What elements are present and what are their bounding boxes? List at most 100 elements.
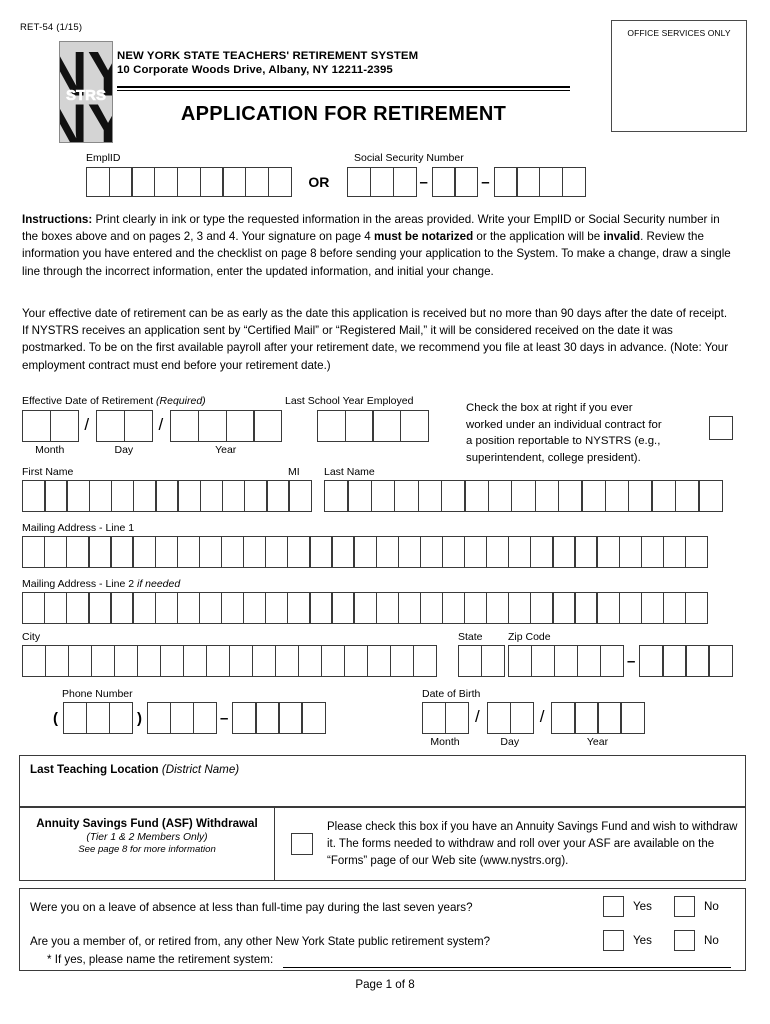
char-box[interactable] [454, 167, 479, 197]
char-box[interactable] [684, 536, 709, 568]
char-box[interactable] [66, 592, 90, 624]
char-box[interactable] [278, 702, 303, 734]
char-box[interactable] [147, 702, 172, 734]
char-box[interactable] [370, 480, 396, 512]
char-box[interactable] [397, 536, 421, 568]
retirement-system-name-input[interactable] [283, 952, 731, 968]
char-box[interactable] [232, 702, 257, 734]
char-box[interactable] [508, 592, 532, 624]
char-box[interactable] [199, 167, 224, 197]
char-box[interactable] [551, 702, 576, 734]
phone-prefix-input[interactable] [147, 702, 218, 734]
asf-withdrawal-checkbox[interactable] [291, 833, 313, 855]
char-box[interactable] [674, 480, 700, 512]
char-box[interactable] [485, 592, 510, 624]
char-box[interactable] [288, 480, 312, 512]
char-box[interactable] [422, 702, 447, 734]
char-box[interactable] [534, 480, 560, 512]
char-box[interactable] [662, 536, 687, 568]
char-box[interactable] [252, 645, 277, 677]
char-box[interactable] [287, 592, 311, 624]
ssn-group-1[interactable] [347, 167, 417, 197]
char-box[interactable] [397, 592, 421, 624]
char-box[interactable] [662, 592, 687, 624]
char-box[interactable] [464, 480, 490, 512]
first-name-input[interactable] [22, 480, 290, 512]
char-box[interactable] [132, 536, 156, 568]
middle-initial-input[interactable] [288, 480, 312, 512]
char-box[interactable] [198, 536, 223, 568]
char-box[interactable] [493, 167, 518, 197]
char-box[interactable] [96, 410, 126, 442]
char-box[interactable] [154, 536, 178, 568]
char-box[interactable] [597, 702, 622, 734]
char-box[interactable] [640, 536, 665, 568]
char-box[interactable] [137, 645, 162, 677]
char-box[interactable] [22, 410, 51, 442]
char-box[interactable] [114, 645, 139, 677]
char-box[interactable] [698, 480, 723, 512]
char-box[interactable] [109, 702, 134, 734]
char-box[interactable] [244, 480, 268, 512]
char-box[interactable] [155, 480, 179, 512]
char-box[interactable] [44, 536, 68, 568]
char-box[interactable] [88, 480, 113, 512]
char-box[interactable] [265, 592, 289, 624]
char-box[interactable] [242, 592, 267, 624]
char-box[interactable] [110, 592, 134, 624]
char-box[interactable] [131, 167, 156, 197]
char-box[interactable] [530, 592, 554, 624]
char-box[interactable] [419, 592, 444, 624]
char-box[interactable] [88, 536, 112, 568]
ssn-group-2[interactable] [431, 167, 479, 197]
char-box[interactable] [66, 480, 90, 512]
char-box[interactable] [287, 536, 311, 568]
char-box[interactable] [199, 480, 224, 512]
char-box[interactable] [222, 167, 247, 197]
char-box[interactable] [618, 536, 642, 568]
char-box[interactable] [508, 536, 532, 568]
birth-year-input[interactable] [551, 702, 645, 734]
char-box[interactable] [267, 167, 292, 197]
char-box[interactable] [44, 592, 68, 624]
char-box[interactable] [394, 480, 419, 512]
char-box[interactable] [45, 645, 70, 677]
char-box[interactable] [275, 645, 300, 677]
char-box[interactable] [110, 536, 134, 568]
char-box[interactable] [620, 702, 645, 734]
char-box[interactable] [375, 536, 399, 568]
char-box[interactable] [400, 410, 430, 442]
char-box[interactable] [441, 536, 466, 568]
char-box[interactable] [531, 645, 556, 677]
char-box[interactable] [321, 645, 346, 677]
emplid-input[interactable] [86, 167, 292, 197]
char-box[interactable] [220, 536, 245, 568]
char-box[interactable] [370, 167, 395, 197]
char-box[interactable] [417, 480, 443, 512]
char-box[interactable] [22, 536, 46, 568]
char-box[interactable] [110, 480, 135, 512]
char-box[interactable] [242, 536, 267, 568]
char-box[interactable] [176, 536, 201, 568]
char-box[interactable] [347, 167, 372, 197]
char-box[interactable] [538, 167, 563, 197]
char-box[interactable] [441, 592, 466, 624]
char-box[interactable] [481, 645, 506, 677]
char-box[interactable] [530, 536, 554, 568]
char-box[interactable] [331, 592, 355, 624]
char-box[interactable] [66, 536, 90, 568]
char-box[interactable] [265, 536, 289, 568]
char-box[interactable] [123, 410, 153, 442]
char-box[interactable] [552, 536, 576, 568]
char-box[interactable] [413, 645, 438, 677]
char-box[interactable] [154, 592, 178, 624]
phone-area-code-input[interactable] [63, 702, 134, 734]
char-box[interactable] [22, 592, 46, 624]
char-box[interactable] [574, 536, 598, 568]
char-box[interactable] [176, 167, 201, 197]
char-box[interactable] [662, 645, 687, 677]
char-box[interactable] [63, 702, 88, 734]
char-box[interactable] [255, 702, 280, 734]
char-box[interactable] [375, 592, 399, 624]
individual-contract-checkbox[interactable] [709, 416, 733, 440]
